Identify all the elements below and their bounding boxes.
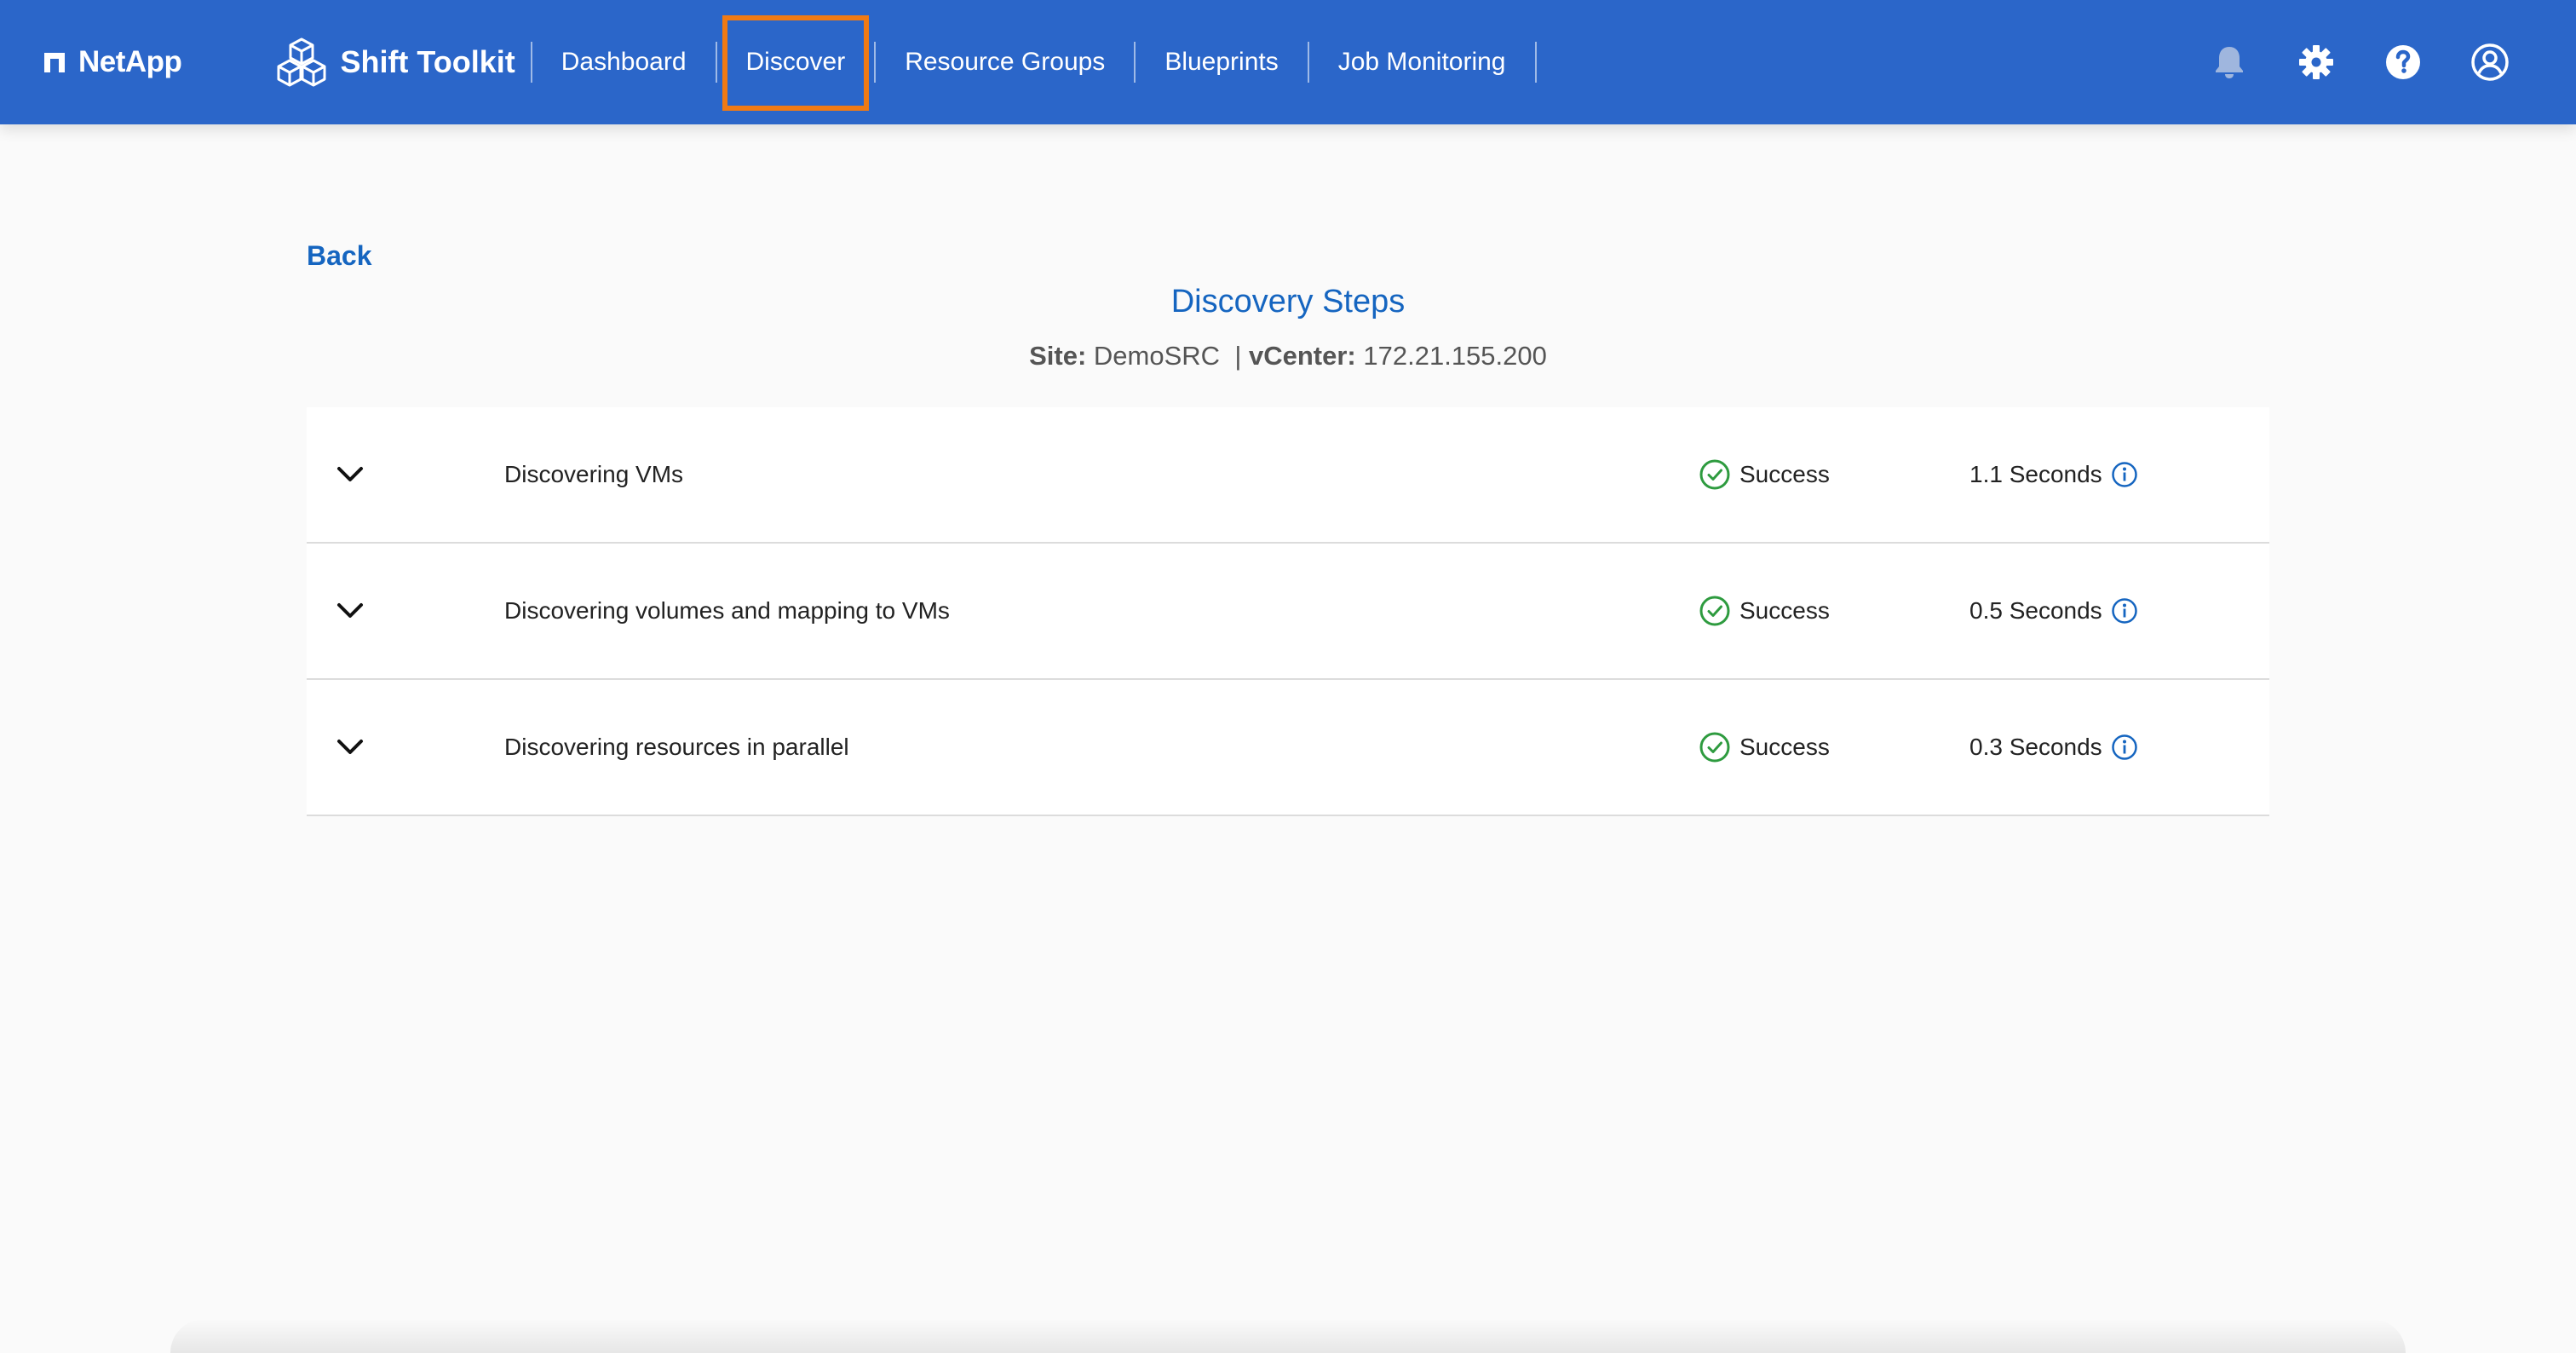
step-name: Discovering resources in parallel — [504, 734, 849, 760]
page-title: Discovery Steps — [1170, 284, 1406, 320]
duration-text: 1.1 Seconds — [1969, 461, 2102, 487]
window-bottom-shadow — [170, 1319, 2406, 1353]
help-icon[interactable] — [2383, 43, 2423, 82]
success-check-icon — [1699, 459, 1730, 490]
site-value: DemoSRC — [1093, 341, 1221, 371]
vcenter-label: vCenter: — [1249, 341, 1356, 371]
step-status: Success — [1699, 544, 1830, 678]
gear-icon[interactable] — [2297, 43, 2336, 82]
duration-text: 0.3 Seconds — [1969, 734, 2102, 760]
discovery-steps-list: Discovering VMs Success 1.1 Seconds Disc… — [307, 407, 2269, 816]
step-name: Discovering VMs — [504, 461, 684, 487]
step-duration: 1.1 Seconds — [1969, 407, 2138, 542]
step-name: Discovering volumes and mapping to VMs — [504, 597, 950, 624]
status-text: Success — [1739, 734, 1830, 760]
product-name: Shift Toolkit — [340, 44, 515, 79]
header-actions — [2210, 0, 2510, 124]
success-check-icon — [1699, 732, 1730, 763]
status-text: Success — [1739, 461, 1830, 487]
nav-divider — [1534, 42, 1537, 83]
info-separator: | — [1234, 341, 1242, 371]
step-row: Discovering VMs Success 1.1 Seconds — [307, 407, 2269, 544]
shift-toolkit-cubes-icon — [277, 37, 326, 87]
step-duration: 0.3 Seconds — [1969, 680, 2138, 815]
nav-discover[interactable]: Discover — [717, 0, 875, 124]
chevron-down-icon[interactable] — [332, 593, 368, 629]
main-nav: Dashboard Discover Resource Groups Bluep… — [530, 0, 1537, 124]
step-duration: 0.5 Seconds — [1969, 544, 2138, 678]
chevron-down-icon[interactable] — [332, 457, 368, 492]
nav-blueprints[interactable]: Blueprints — [1136, 0, 1307, 124]
nav-dashboard[interactable]: Dashboard — [532, 0, 716, 124]
step-row: Discovering resources in parallel Succes… — [307, 680, 2269, 816]
site-vcenter-info: Site: DemoSRC | vCenter: 172.21.155.200 — [0, 341, 2576, 371]
success-check-icon — [1699, 596, 1730, 626]
product-title[interactable]: Shift Toolkit — [275, 36, 515, 89]
netapp-logo-icon — [44, 53, 65, 72]
top-nav-bar: NetApp Shift Toolkit Dashboard Discover … — [0, 0, 2576, 124]
netapp-logo[interactable]: NetApp — [43, 45, 182, 79]
step-status: Success — [1699, 680, 1830, 815]
brand-name: NetApp — [78, 45, 182, 78]
site-label: Site: — [1029, 341, 1087, 371]
info-icon[interactable] — [2111, 461, 2138, 488]
nav-resource-groups[interactable]: Resource Groups — [876, 0, 1134, 124]
nav-job-monitoring[interactable]: Job Monitoring — [1309, 0, 1535, 124]
info-icon[interactable] — [2111, 734, 2138, 761]
user-account-icon[interactable] — [2470, 43, 2510, 82]
duration-text: 0.5 Seconds — [1969, 597, 2102, 624]
step-row: Discovering volumes and mapping to VMs S… — [307, 544, 2269, 680]
back-link[interactable]: Back — [307, 240, 372, 272]
chevron-down-icon[interactable] — [332, 729, 368, 765]
vcenter-value: 172.21.155.200 — [1363, 341, 1547, 371]
status-text: Success — [1739, 597, 1830, 624]
bell-icon[interactable] — [2210, 43, 2249, 82]
info-icon[interactable] — [2111, 597, 2138, 625]
step-status: Success — [1699, 407, 1830, 542]
